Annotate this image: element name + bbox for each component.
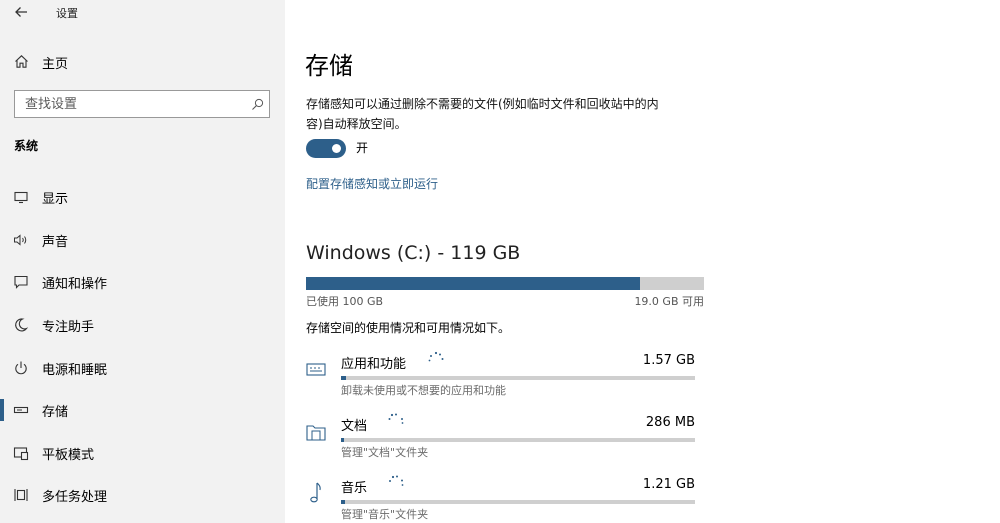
storage-sense-toggle[interactable]	[306, 139, 346, 158]
category-usage-bar	[341, 438, 695, 442]
search-box[interactable]	[14, 90, 270, 118]
category-size: 1.21 GB	[642, 477, 695, 492]
sidebar-item-label: 专注助手	[42, 320, 95, 335]
home-icon	[14, 54, 29, 69]
sidebar-item-label: 平板模式	[42, 448, 95, 463]
display-icon	[13, 189, 29, 205]
drive-title: Windows (C:) - 119 GB	[306, 242, 521, 264]
sidebar-item-display[interactable]: 显示	[0, 178, 285, 216]
drive-free-label: 19.0 GB 可用	[634, 295, 704, 308]
loading-spinner-icon	[386, 412, 406, 432]
home-link[interactable]: 主页	[42, 53, 68, 72]
category-usage-fill	[341, 500, 346, 504]
category-subtitle: 卸载未使用或不想要的应用和功能	[341, 384, 506, 397]
sidebar-item-label: 通知和操作	[42, 277, 108, 292]
page-title: 存储	[305, 52, 353, 80]
category-subtitle: 管理"文档"文件夹	[341, 446, 429, 459]
storage-sense-description-line1: 存储感知可以通过删除不需要的文件(例如临时文件和回收站中的内	[306, 97, 659, 111]
search-input[interactable]	[15, 91, 250, 117]
category-usage-bar	[341, 376, 695, 380]
sidebar-item-power[interactable]: 电源和睡眠	[0, 349, 285, 387]
category-size: 286 MB	[645, 415, 695, 430]
category-size: 1.57 GB	[642, 353, 695, 368]
drive-usage-bar	[306, 277, 704, 290]
sidebar-item-label: 电源和睡眠	[42, 363, 108, 378]
sidebar-item-storage[interactable]: 存储	[0, 391, 285, 429]
tablet-icon	[13, 445, 29, 461]
storage-icon	[13, 402, 29, 418]
drive-usage-fill	[306, 277, 641, 290]
category-name: 文档	[341, 419, 368, 434]
sidebar-item-label: 显示	[42, 192, 69, 207]
notification-icon	[13, 274, 29, 290]
selection-indicator	[0, 399, 4, 421]
category-name: 音乐	[341, 481, 368, 496]
sidebar-item-multitasking[interactable]: 多任务处理	[0, 476, 285, 514]
sidebar-item-label: 存储	[42, 405, 69, 420]
category-name: 应用和功能	[341, 357, 407, 372]
toggle-knob	[332, 144, 341, 153]
configure-storage-sense-link[interactable]: 配置存储感知或立即运行	[306, 175, 438, 192]
storage-sense-description-line2: 容)自动释放空间。	[306, 117, 407, 131]
music-note-icon	[308, 481, 324, 505]
sidebar-item-label: 多任务处理	[42, 490, 108, 505]
category-usage-fill	[341, 376, 347, 380]
category-usage-bar	[341, 500, 695, 504]
documents-folder-icon	[305, 422, 327, 442]
usage-intro: 存储空间的使用情况和可用情况如下。	[306, 321, 511, 335]
sidebar-item-sound[interactable]: 声音	[0, 221, 285, 259]
loading-spinner-icon	[426, 350, 446, 370]
category-documents[interactable]: 文档 286 MB 管理"文档"文件夹	[300, 406, 700, 462]
loading-spinner-icon	[386, 474, 406, 494]
power-icon	[13, 360, 29, 376]
toggle-state-label: 开	[356, 141, 369, 155]
category-music[interactable]: 音乐 1.21 GB 管理"音乐"文件夹	[300, 468, 700, 523]
sidebar-item-tablet-mode[interactable]: 平板模式	[0, 434, 285, 472]
category-subtitle: 管理"音乐"文件夹	[341, 508, 429, 521]
category-usage-fill	[341, 438, 344, 442]
sidebar: 设置 主页 系统 显示 声音 通知和操作 专注助手	[0, 0, 285, 523]
keyboard-icon	[306, 362, 326, 378]
sidebar-item-focus-assist[interactable]: 专注助手	[0, 306, 285, 344]
moon-icon	[13, 317, 29, 333]
speaker-icon	[13, 232, 29, 248]
multitask-icon	[13, 487, 29, 503]
window-title: 设置	[56, 7, 78, 20]
drive-used-label: 已使用 100 GB	[306, 295, 384, 308]
sidebar-item-notifications[interactable]: 通知和操作	[0, 263, 285, 301]
section-title: 系统	[14, 139, 39, 153]
search-icon[interactable]	[251, 98, 264, 111]
category-apps[interactable]: 应用和功能 1.57 GB 卸载未使用或不想要的应用和功能	[300, 344, 700, 400]
back-arrow-icon[interactable]	[14, 5, 28, 19]
sidebar-item-label: 声音	[42, 235, 69, 250]
